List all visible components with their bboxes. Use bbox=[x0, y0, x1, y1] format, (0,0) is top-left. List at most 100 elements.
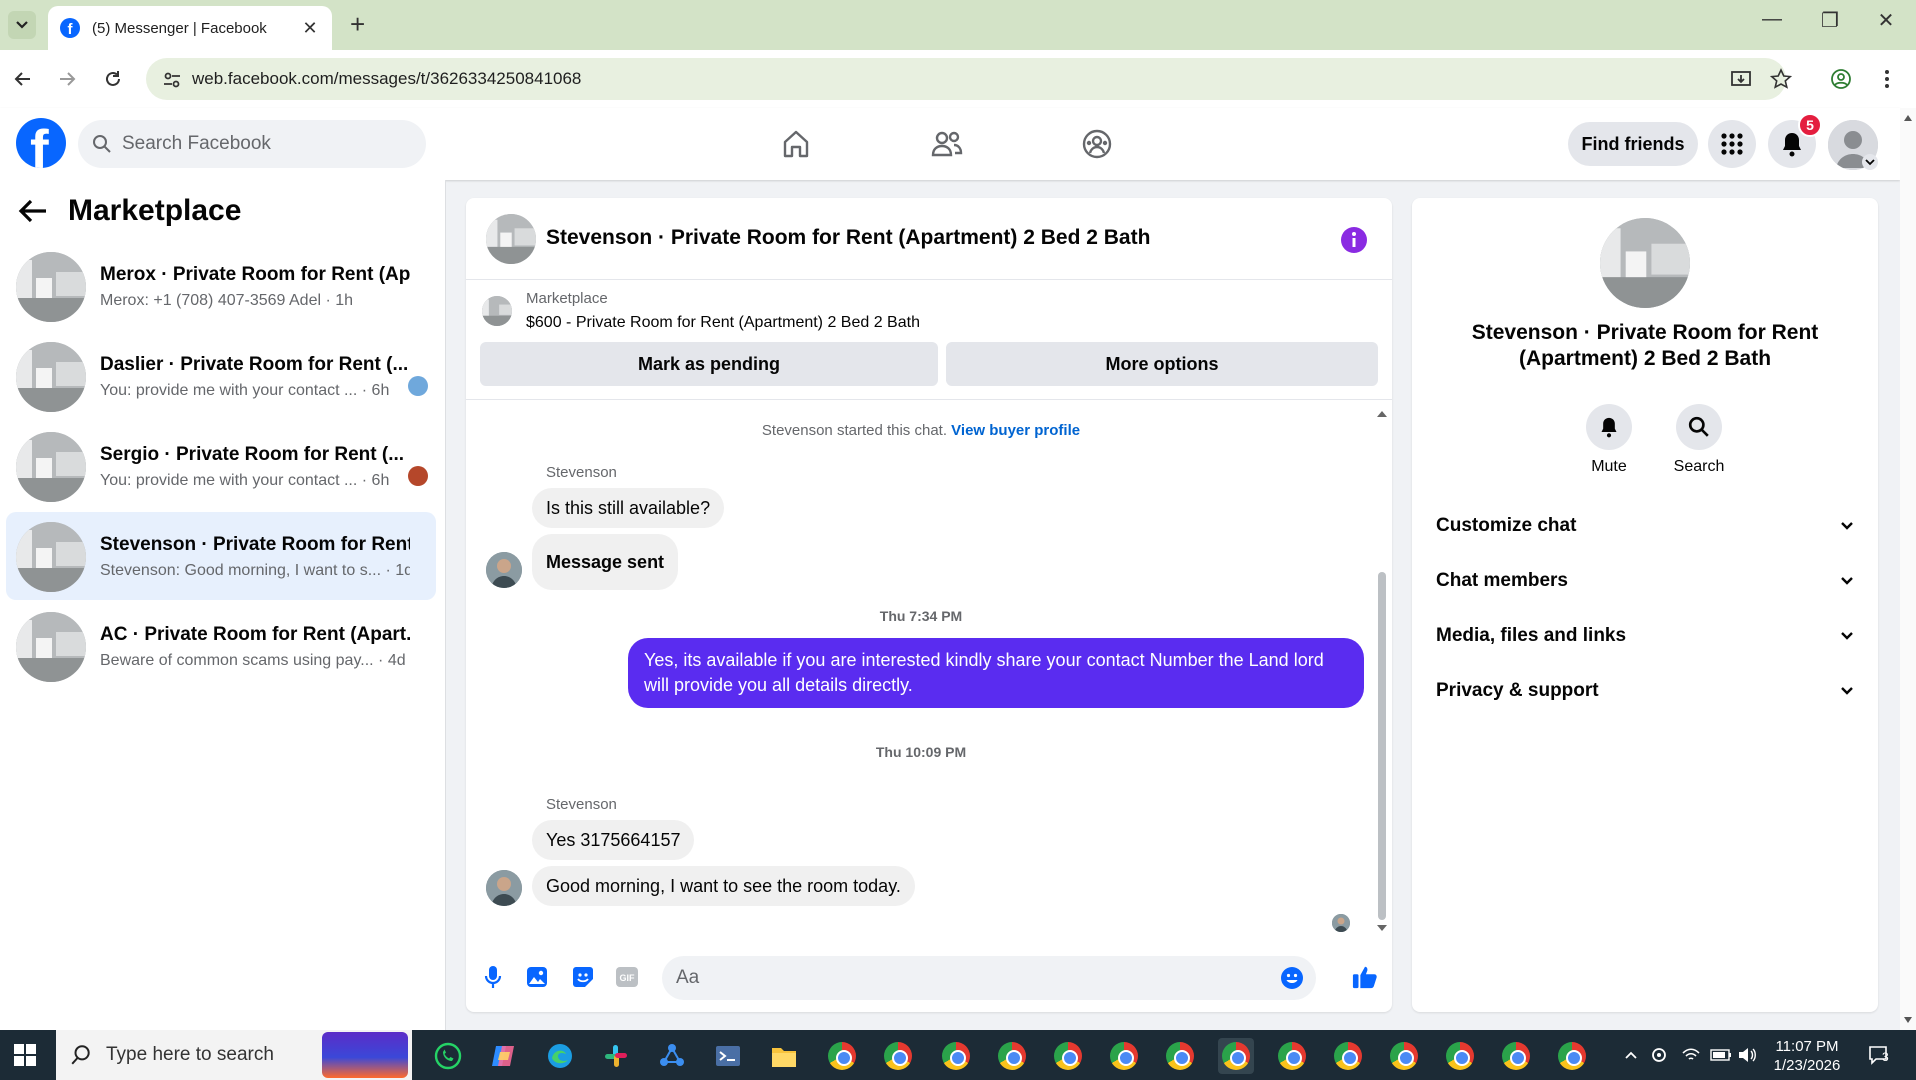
conversation-item[interactable]: AC · Private Room for Rent (Apart... Bew… bbox=[6, 602, 436, 690]
facebook-search-input[interactable] bbox=[122, 133, 382, 155]
incoming-message[interactable]: Yes 3175664157 bbox=[532, 820, 695, 860]
chrome-icon[interactable] bbox=[1050, 1038, 1086, 1074]
outgoing-message[interactable]: Yes, its available if you are interested… bbox=[628, 638, 1364, 708]
sender-avatar[interactable] bbox=[486, 552, 522, 588]
tab-search-button[interactable] bbox=[8, 11, 36, 39]
conversation-item[interactable]: Daslier · Private Room for Rent (... You… bbox=[6, 332, 436, 420]
back-button[interactable] bbox=[8, 64, 38, 94]
emoji-icon[interactable] bbox=[1280, 966, 1304, 990]
attach-media-button[interactable] bbox=[524, 964, 550, 990]
mute-action[interactable]: Mute bbox=[1564, 404, 1654, 476]
account-chevron-down-icon[interactable] bbox=[1862, 154, 1878, 170]
view-buyer-profile-link[interactable]: View buyer profile bbox=[951, 422, 1080, 439]
chat-panel: Stevenson · Private Room for Rent (Apart… bbox=[466, 198, 1392, 1012]
install-app-button[interactable] bbox=[1726, 64, 1756, 94]
terminal-app-icon[interactable] bbox=[710, 1038, 746, 1074]
privacy-support-section[interactable]: Privacy & support bbox=[1432, 671, 1858, 711]
page-scroll-down-icon[interactable] bbox=[1903, 1016, 1913, 1024]
chrome-icon[interactable] bbox=[1274, 1038, 1310, 1074]
chrome-icon[interactable] bbox=[824, 1038, 860, 1074]
reload-button[interactable] bbox=[98, 64, 128, 94]
conversation-item-active[interactable]: Stevenson · Private Room for Rent ... St… bbox=[6, 512, 436, 600]
message-input-wrapper[interactable] bbox=[662, 956, 1316, 1000]
scroll-up-icon[interactable] bbox=[1376, 410, 1388, 418]
chat-listing-thumbnail[interactable] bbox=[486, 214, 536, 264]
search-action[interactable]: Search bbox=[1654, 404, 1744, 476]
page-scrollbar[interactable] bbox=[1900, 108, 1916, 1030]
address-bar[interactable]: web.facebook.com/messages/t/362633425084… bbox=[146, 58, 1786, 100]
listing-item-title[interactable]: $600 - Private Room for Rent (Apartment)… bbox=[526, 314, 920, 332]
info-icon[interactable] bbox=[1340, 226, 1368, 254]
file-explorer-icon[interactable] bbox=[766, 1038, 802, 1074]
gif-button[interactable]: GIF bbox=[614, 964, 640, 990]
chrome-icon[interactable] bbox=[994, 1038, 1030, 1074]
forward-button[interactable] bbox=[52, 64, 82, 94]
copilot-icon[interactable] bbox=[486, 1038, 522, 1074]
conversation-item[interactable]: Merox · Private Room for Rent (Ap... Mer… bbox=[6, 242, 436, 330]
scroll-down-icon[interactable] bbox=[1376, 924, 1388, 932]
sender-avatar[interactable] bbox=[486, 870, 522, 906]
restore-icon[interactable]: ❐ bbox=[1810, 8, 1850, 33]
close-window-icon[interactable]: ✕ bbox=[1866, 8, 1906, 33]
slack-icon[interactable] bbox=[598, 1038, 634, 1074]
battery-icon[interactable] bbox=[1710, 1044, 1732, 1066]
chrome-icon[interactable] bbox=[1162, 1038, 1198, 1074]
chrome-icon[interactable] bbox=[1330, 1038, 1366, 1074]
site-settings-icon[interactable] bbox=[162, 70, 182, 90]
edge-icon[interactable] bbox=[542, 1038, 578, 1074]
media-files-links-section[interactable]: Media, files and links bbox=[1432, 616, 1858, 656]
chrome-icon[interactable] bbox=[1386, 1038, 1422, 1074]
chrome-icon[interactable] bbox=[1442, 1038, 1478, 1074]
incoming-message[interactable]: Is this still available? bbox=[532, 488, 725, 528]
chrome-icon-active[interactable] bbox=[1218, 1038, 1254, 1074]
incoming-message[interactable]: Good morning, I want to see the room tod… bbox=[532, 866, 915, 906]
incoming-message[interactable]: Message sent bbox=[532, 534, 679, 590]
like-button[interactable] bbox=[1352, 964, 1378, 990]
whatsapp-icon[interactable] bbox=[430, 1038, 466, 1074]
notification-center-icon[interactable]: 3 bbox=[1864, 1044, 1894, 1066]
thread-scroll-thumb[interactable] bbox=[1378, 572, 1386, 920]
sticker-button[interactable] bbox=[570, 964, 596, 990]
page-scroll-up-icon[interactable] bbox=[1903, 114, 1913, 122]
chat-members-section[interactable]: Chat members bbox=[1432, 561, 1858, 601]
back-arrow-icon[interactable] bbox=[18, 198, 48, 224]
menu-button[interactable] bbox=[1708, 120, 1756, 168]
network-app-icon[interactable] bbox=[654, 1038, 690, 1074]
browser-tab-messenger[interactable]: f (5) Messenger | Facebook ✕ bbox=[48, 6, 332, 50]
chrome-icon[interactable] bbox=[1498, 1038, 1534, 1074]
browser-menu-button[interactable] bbox=[1872, 64, 1902, 94]
facebook-search[interactable] bbox=[78, 120, 426, 168]
message-input[interactable] bbox=[676, 967, 1236, 989]
chrome-icon[interactable] bbox=[1106, 1038, 1142, 1074]
system-clock[interactable]: 11:07 PM 1/23/2026 bbox=[1762, 1037, 1852, 1075]
bookmark-button[interactable] bbox=[1766, 64, 1796, 94]
wifi-icon[interactable] bbox=[1680, 1044, 1702, 1066]
profile-button[interactable] bbox=[1826, 64, 1856, 94]
volume-icon[interactable] bbox=[1736, 1044, 1758, 1066]
chat-title[interactable]: Stevenson · Private Room for Rent (Apart… bbox=[546, 226, 1150, 250]
thread-scrollbar[interactable] bbox=[1376, 410, 1388, 932]
windows-start-icon[interactable] bbox=[14, 1044, 36, 1066]
search-highlight-banner[interactable] bbox=[322, 1032, 408, 1078]
chrome-icon[interactable] bbox=[880, 1038, 916, 1074]
tray-expand-icon[interactable] bbox=[1620, 1044, 1642, 1066]
home-nav[interactable] bbox=[776, 126, 816, 162]
sync-tray-icon[interactable] bbox=[1648, 1044, 1670, 1066]
facebook-logo-icon[interactable]: f bbox=[16, 118, 66, 168]
conversation-item[interactable]: Sergio · Private Room for Rent (... You:… bbox=[6, 422, 436, 510]
tab-close-icon[interactable]: ✕ bbox=[300, 18, 320, 39]
groups-nav[interactable] bbox=[1077, 126, 1117, 162]
marketplace-header: Marketplace bbox=[18, 194, 241, 228]
customize-chat-section[interactable]: Customize chat bbox=[1432, 506, 1858, 546]
details-listing-photo[interactable] bbox=[1600, 218, 1690, 308]
new-tab-button[interactable]: + bbox=[350, 10, 365, 38]
minimize-icon[interactable]: — bbox=[1752, 8, 1792, 31]
find-friends-button[interactable]: Find friends bbox=[1568, 122, 1698, 166]
mark-as-pending-button[interactable]: Mark as pending bbox=[480, 342, 938, 386]
taskbar-search-input[interactable] bbox=[106, 1044, 346, 1066]
friends-nav[interactable] bbox=[927, 126, 967, 162]
more-options-button[interactable]: More options bbox=[946, 342, 1378, 386]
chrome-icon[interactable] bbox=[938, 1038, 974, 1074]
chrome-icon[interactable] bbox=[1554, 1038, 1590, 1074]
voice-clip-button[interactable] bbox=[480, 964, 506, 990]
